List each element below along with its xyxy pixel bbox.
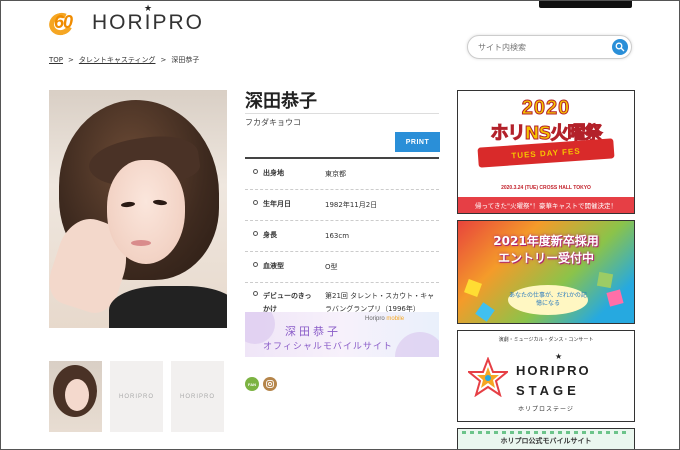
logo-star-icon: ★ bbox=[144, 4, 153, 14]
thumbnail-1[interactable] bbox=[49, 361, 102, 432]
talent-name: 深田恭子 bbox=[245, 91, 317, 112]
name-divider bbox=[245, 113, 439, 114]
bullet-icon bbox=[253, 291, 258, 296]
instagram-icon[interactable] bbox=[263, 377, 277, 391]
site-search bbox=[467, 35, 632, 59]
sixty-anniversary-mark: 60 bbox=[45, 9, 89, 39]
breadcrumb: TOP > タレントキャスティング > 深田恭子 bbox=[49, 56, 200, 64]
profile-table: 出身地 東京都 生年月日 1982年11月2日 身長 163cm 血液型 O型 … bbox=[245, 157, 439, 324]
horipro-logo[interactable]: 60 HORIPRO ★ bbox=[45, 4, 205, 39]
top-utility-bar[interactable] bbox=[539, 1, 632, 8]
thumbnail-2[interactable]: HORIPRO bbox=[110, 361, 163, 432]
breadcrumb-category[interactable]: タレントキャスティング bbox=[79, 56, 156, 64]
profile-row-birthplace: 出身地 東京都 bbox=[245, 159, 439, 190]
profile-row-birthday: 生年月日 1982年11月2日 bbox=[245, 190, 439, 221]
ad-horipro-stage-banner[interactable]: 演劇・ミュージカル・ダンス・コンサート ★ HORIPRO STAGE ホリプロ… bbox=[457, 330, 635, 422]
official-mobile-site-banner[interactable]: Horipro mobile 深田恭子 オフィシャルモバイルサイト bbox=[245, 312, 439, 357]
search-input[interactable] bbox=[478, 39, 608, 55]
bullet-icon bbox=[253, 262, 258, 267]
ad-tuesday-fes-banner[interactable]: 2020 ホリNS火曜祭 TUES DAY FES 2020.3.24 (TUE… bbox=[457, 90, 635, 214]
bullet-icon bbox=[253, 169, 258, 174]
page-frame: 60 HORIPRO ★ TOP>タレントキャスティング>深田恭子 HORIPR bbox=[0, 0, 680, 450]
talent-main-photo bbox=[49, 90, 227, 328]
ad-official-mobile-site[interactable]: ホリプロ公式モバイルサイト bbox=[457, 428, 635, 449]
bullet-icon bbox=[253, 231, 258, 236]
ad-recruitment-banner[interactable]: 2021年度新卒採用 エントリー受付中 あなたの仕事が、だれかの記憶になる bbox=[457, 220, 635, 324]
breadcrumb-current: 深田恭子 bbox=[171, 56, 200, 64]
stage-star-icon bbox=[468, 357, 508, 397]
thumbnail-3[interactable]: HORIPRO bbox=[171, 361, 224, 432]
print-button[interactable]: PRINT bbox=[395, 132, 440, 152]
photo-thumbnails: HORIPRO HORIPRO bbox=[49, 361, 224, 432]
logo-wordmark: HORIPRO bbox=[92, 11, 205, 34]
bullet-icon bbox=[253, 200, 258, 205]
search-icon bbox=[615, 42, 625, 52]
social-links: FAN bbox=[245, 377, 277, 391]
breadcrumb-top[interactable]: TOP bbox=[49, 56, 63, 64]
fan-club-icon[interactable]: FAN bbox=[245, 377, 259, 391]
profile-row-blood-type: 血液型 O型 bbox=[245, 252, 439, 283]
profile-row-height: 身長 163cm bbox=[245, 221, 439, 252]
search-button[interactable] bbox=[612, 39, 628, 55]
talent-kana: フカダキョウコ bbox=[245, 118, 301, 127]
banner-subtitle: オフィシャルモバイルサイト bbox=[263, 342, 393, 352]
stage-small-star-icon: ★ bbox=[555, 352, 563, 361]
banner-talent-name: 深田恭子 bbox=[285, 325, 341, 338]
banner-tag: Horipro mobile bbox=[365, 316, 405, 322]
